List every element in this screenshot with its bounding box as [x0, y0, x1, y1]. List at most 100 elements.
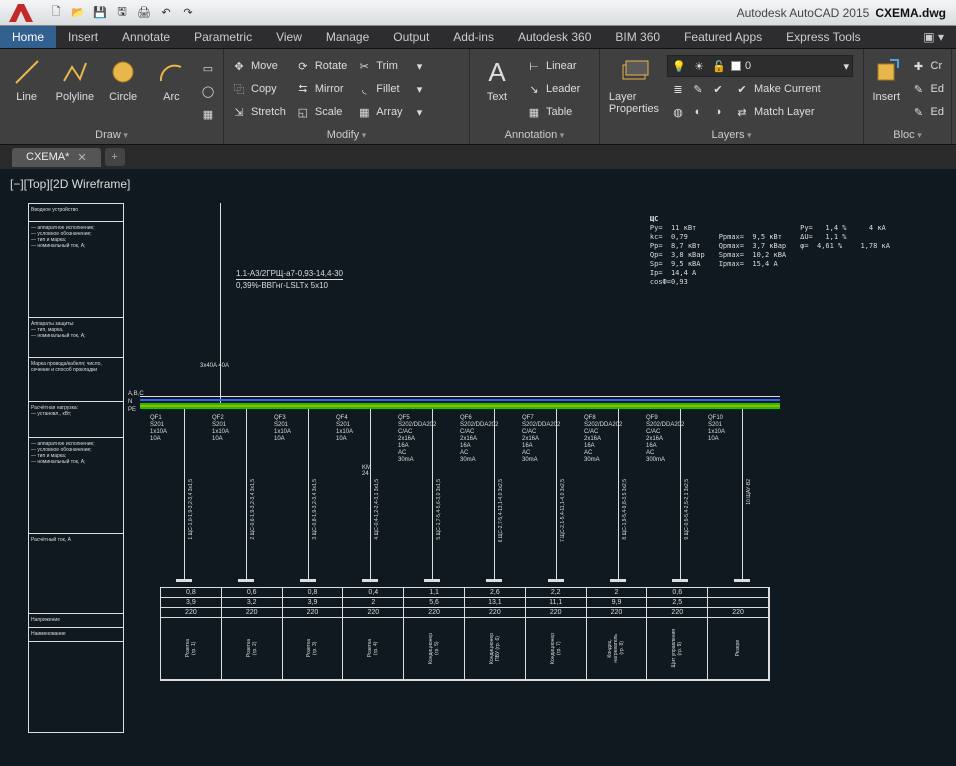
table-cell: 220: [222, 608, 283, 618]
tab-featured-apps[interactable]: Featured Apps: [672, 26, 774, 48]
modify-trim-button[interactable]: ✂Trim: [353, 55, 405, 77]
panel-draw-title[interactable]: Draw: [4, 127, 219, 144]
doc-tab-cxema[interactable]: CXEMA* ✕: [12, 148, 101, 167]
match-layer-button[interactable]: ⇄Match Layer: [731, 101, 818, 123]
fillet-icon: ◟: [356, 81, 372, 97]
table-cell: 220: [283, 608, 344, 618]
table-cell: Кондиционер (гр. 5): [404, 618, 465, 680]
qat-new-icon[interactable]: 🗋: [46, 3, 66, 23]
qat-save-icon[interactable]: 💾: [90, 3, 110, 23]
modify-scale-button[interactable]: ◱Scale: [292, 101, 350, 123]
leader-button[interactable]: ↘Leader: [523, 78, 583, 100]
table-cell: Резерв: [708, 618, 769, 680]
table-cell: 2,2: [526, 588, 587, 598]
table-cell: Щит управления (гр. 9): [647, 618, 708, 680]
panel-block-title[interactable]: Bloc: [868, 127, 947, 144]
tab-bim-360[interactable]: BIM 360: [603, 26, 672, 48]
circle-icon: [106, 55, 140, 89]
lock-icon: 🔓: [711, 58, 727, 74]
panel-layers-title[interactable]: Layers: [604, 127, 859, 144]
tab-insert[interactable]: Insert: [56, 26, 110, 48]
polyline-icon: [58, 55, 92, 89]
drawing-canvas[interactable]: [−][Top][2D Wireframe] Вводное устройств…: [0, 169, 956, 766]
table-cell: 2,6: [465, 588, 526, 598]
linear-dim-button[interactable]: ⊢Linear: [523, 55, 583, 77]
legend-cell: Вводное устройство: [29, 204, 123, 222]
legend-cell: Расчётная нагрузка: — установл., кВт;: [29, 402, 123, 438]
ribbon-min-button[interactable]: ▣ ▾: [911, 26, 956, 48]
table-cell: 9,9: [587, 598, 648, 608]
title-bar: 🗋 📂 💾 🖫 🖨 ↶ ↷ Autodesk AutoCAD 2015 CXEM…: [0, 0, 956, 26]
tab-manage[interactable]: Manage: [314, 26, 381, 48]
qat-open-icon[interactable]: 📂: [68, 3, 88, 23]
modify-move-button[interactable]: ✥Move: [228, 55, 289, 77]
stretch-icon: ⇲: [231, 104, 247, 120]
array-icon: ▦: [356, 104, 372, 120]
panel-electrical-data: ЩС Py= 11 кВт kc= 0,79 Pp= 8,7 кВт Qp= 3…: [650, 215, 890, 287]
modify-stretch-button[interactable]: ⇲Stretch: [228, 101, 289, 123]
qat-undo-icon[interactable]: ↶: [156, 3, 176, 23]
panel-layers: Layer Properties 💡 ☀ 🔓 0▾ ≣✎✔ ✔Make Curr…: [600, 49, 864, 144]
legend-cell: — аппаратное исполнение; — условное обоз…: [29, 438, 123, 534]
layer-icons-group2[interactable]: ◍◐◑: [667, 101, 729, 123]
table-cell: 0,6: [647, 588, 708, 598]
table-cell: 220: [647, 608, 708, 618]
drawing-content: Вводное устройство — аппаратное исполнени…: [0, 169, 956, 766]
draw-line-button[interactable]: Line: [4, 51, 49, 103]
modify-copy-button[interactable]: ⿻Copy: [228, 78, 289, 100]
make-current-button[interactable]: ✔Make Current: [731, 78, 824, 100]
draw-extra2-button[interactable]: ◯: [197, 80, 219, 102]
modify-ex1-button[interactable]: ▾: [409, 55, 431, 77]
modify-array-button[interactable]: ▦Array: [353, 101, 405, 123]
tab-annotate[interactable]: Annotate: [110, 26, 182, 48]
panel-modify-title[interactable]: Modify: [228, 127, 465, 144]
app-logo[interactable]: [0, 0, 42, 26]
insert-button[interactable]: Insert: [868, 51, 905, 103]
tab-parametric[interactable]: Parametric: [182, 26, 264, 48]
draw-circle-button[interactable]: Circle: [101, 51, 146, 103]
tab-output[interactable]: Output: [381, 26, 441, 48]
draw-arc-button[interactable]: Arc: [149, 51, 194, 103]
table-cell: 3,9: [161, 598, 222, 608]
legend-cell: Марка провода/кабеля; число, сечение и с…: [29, 358, 123, 402]
text-icon: A: [480, 55, 514, 89]
qat-redo-icon[interactable]: ↷: [178, 3, 198, 23]
layer-icons-group[interactable]: ≣✎✔: [667, 78, 729, 100]
modify-rotate-button[interactable]: ⟳Rotate: [292, 55, 350, 77]
move-icon: ✥: [231, 58, 247, 74]
close-icon[interactable]: ✕: [77, 151, 86, 164]
qat-plot-icon[interactable]: 🖨: [134, 3, 154, 23]
layer-properties-button[interactable]: Layer Properties: [604, 51, 664, 115]
panel-draw: Line Polyline Circle Arc ▭ ◯ ▦ Draw: [0, 49, 224, 144]
draw-extra3-button[interactable]: ▦: [197, 103, 219, 125]
draw-polyline-button[interactable]: Polyline: [52, 51, 97, 103]
modify-fillet-button[interactable]: ◟Fillet: [353, 78, 405, 100]
tab-add-ins[interactable]: Add-ins: [441, 26, 506, 48]
table-cell: 0,8: [161, 588, 222, 598]
tab-view[interactable]: View: [264, 26, 314, 48]
legend-cell: Наименование: [29, 628, 123, 642]
panel-annotation-title[interactable]: Annotation: [474, 127, 595, 144]
add-tab-button[interactable]: +: [105, 148, 125, 166]
layer-combo[interactable]: 💡 ☀ 🔓 0▾: [667, 55, 853, 77]
modify-ex2-button[interactable]: ▾: [409, 78, 431, 100]
text-button[interactable]: A Text: [474, 51, 520, 103]
modify-mirror-button[interactable]: ⮀Mirror: [292, 78, 350, 100]
draw-extra1-button[interactable]: ▭: [197, 57, 219, 79]
mirror-icon: ⮀: [295, 81, 311, 97]
tab-express-tools[interactable]: Express Tools: [774, 26, 872, 48]
table-cell: 0,8: [283, 588, 344, 598]
table-cell: 220: [526, 608, 587, 618]
table-button[interactable]: ▦Table: [523, 101, 583, 123]
block-edit-button[interactable]: ✎Ed: [908, 78, 947, 100]
qat-saveas-icon[interactable]: 🖫: [112, 3, 132, 23]
block-edit2-button[interactable]: ✎Ed: [908, 101, 947, 123]
window-title: Autodesk AutoCAD 2015 CXEMA.dwg: [737, 6, 946, 20]
leader-icon: ↘: [526, 81, 542, 97]
modify-ex3-button[interactable]: ▾: [409, 101, 431, 123]
table-cell: Розетка (гр. 1): [161, 618, 222, 680]
block-create-button[interactable]: ✚Cr: [908, 55, 947, 77]
tab-autodesk-360[interactable]: Autodesk 360: [506, 26, 603, 48]
tab-home[interactable]: Home: [0, 26, 56, 48]
sun-icon: ☀: [691, 58, 707, 74]
